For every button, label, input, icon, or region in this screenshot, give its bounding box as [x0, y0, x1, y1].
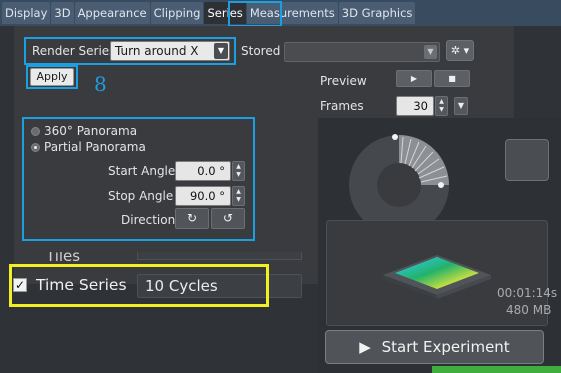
- frames-options-button[interactable]: ▼: [454, 97, 468, 115]
- panorama-360-radio[interactable]: [31, 127, 40, 136]
- side-panel-button[interactable]: [505, 139, 549, 181]
- experiment-duration: 00:01:14s: [497, 286, 558, 300]
- play-triangle-icon: ▶: [359, 338, 371, 356]
- chevron-down-icon: ▼: [457, 101, 465, 110]
- stop-angle-input[interactable]: 90.0 °: [175, 186, 231, 206]
- tiles-label: Tiles: [46, 252, 81, 265]
- frames-stepper[interactable]: ▲ ▼: [435, 96, 448, 116]
- direction-label: Direction: [121, 213, 176, 227]
- tab-measurements[interactable]: Measurements: [246, 2, 338, 24]
- rotate-cw-icon: ↻: [186, 211, 198, 225]
- dial-center: [377, 163, 421, 207]
- play-icon: ▶: [410, 74, 418, 83]
- stop-angle-stepper[interactable]: ▲ ▼: [232, 186, 245, 206]
- stored-dropdown[interactable]: ▼: [284, 42, 440, 62]
- frames-input[interactable]: 30: [396, 96, 434, 116]
- dial-start-marker: [392, 134, 398, 140]
- status-strip: [432, 366, 561, 373]
- start-angle-input[interactable]: 0.0 °: [175, 161, 231, 181]
- render-series-dropdown[interactable]: Turn around X ▼: [110, 41, 230, 61]
- rotate-ccw-icon: ↺: [222, 211, 234, 225]
- stored-label: Stored: [241, 44, 281, 58]
- experiment-size: 480 MB: [506, 303, 552, 317]
- play-button[interactable]: ▶: [396, 70, 432, 87]
- rotate-counterclockwise-button[interactable]: ↺: [211, 208, 245, 229]
- stack-preview-image: [383, 255, 491, 299]
- stop-icon: ■: [448, 74, 456, 83]
- render-series-label: Render Series: [32, 44, 116, 58]
- tiles-field[interactable]: [137, 252, 302, 260]
- chevron-down-icon: ▼: [214, 43, 228, 59]
- tab-clipping[interactable]: Clipping: [150, 2, 204, 24]
- tiles-row: Tiles: [0, 252, 310, 266]
- time-series-checkbox[interactable]: ✓: [13, 278, 27, 292]
- tab-appearance[interactable]: Appearance: [74, 2, 150, 24]
- apply-button[interactable]: Apply: [30, 68, 74, 86]
- frames-label: Frames: [320, 99, 364, 113]
- chevron-down-icon: ▼: [424, 45, 437, 59]
- partial-panorama-radio[interactable]: [31, 143, 40, 152]
- render-series-value: Turn around X: [115, 44, 199, 58]
- partial-panorama-label: Partial Panorama: [44, 140, 146, 154]
- rotate-clockwise-button[interactable]: ↻: [175, 208, 209, 229]
- time-series-label: Time Series: [36, 276, 127, 294]
- step-number-annotation: 8: [94, 72, 107, 96]
- tab-3d[interactable]: 3D: [51, 2, 74, 24]
- stored-options-button[interactable]: ✲ ▾: [446, 40, 474, 61]
- start-angle-stepper[interactable]: ▲ ▼: [232, 161, 245, 181]
- gear-icon: ✲ ▾: [450, 44, 470, 57]
- tab-3d-graphics[interactable]: 3D Graphics: [338, 2, 416, 24]
- cycles-input[interactable]: 10 Cycles: [137, 274, 302, 298]
- stop-button[interactable]: ■: [434, 70, 470, 87]
- dial-stop-marker: [438, 182, 444, 188]
- stop-angle-label: Stop Angle: [108, 189, 174, 203]
- start-experiment-button[interactable]: ▶ Start Experiment: [325, 330, 544, 364]
- tab-strip: Display 3D Appearance Clipping Series Me…: [0, 0, 561, 26]
- preview-label: Preview: [320, 74, 367, 88]
- tab-display[interactable]: Display: [2, 2, 51, 24]
- panorama-360-label: 360° Panorama: [44, 124, 138, 138]
- tab-series[interactable]: Series: [204, 2, 246, 24]
- start-angle-label: Start Angle: [108, 164, 176, 178]
- start-experiment-label: Start Experiment: [381, 338, 510, 356]
